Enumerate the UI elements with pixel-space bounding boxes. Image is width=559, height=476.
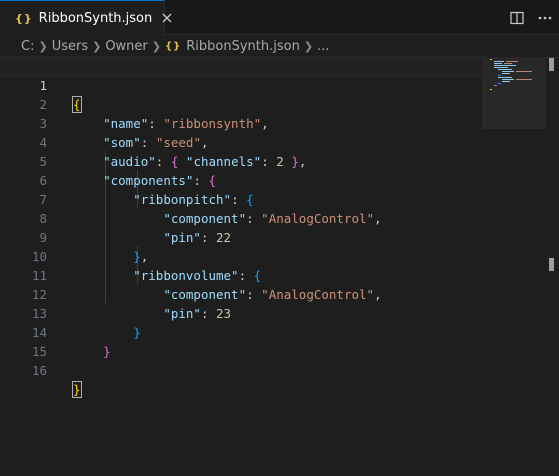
json-icon: {} — [15, 11, 33, 25]
split-editor-icon[interactable] — [503, 4, 531, 32]
code-line: 4 "audio": { "channels": 2 }, — [0, 114, 482, 169]
tab-label: RibbonSynth.json — [38, 10, 153, 26]
close-icon[interactable] — [162, 10, 172, 26]
code-line: 8 "pin": 22 — [0, 190, 482, 245]
code-line: 3 "som": "seed", — [0, 95, 482, 150]
more-actions-icon[interactable] — [531, 4, 559, 32]
breadcrumb-file[interactable]: RibbonSynth.json — [186, 39, 300, 54]
code-line: 12 "pin": 23 — [0, 266, 482, 321]
code-line: 10 "ribbonvolume": { — [0, 228, 482, 283]
editor-actions — [503, 0, 559, 35]
breadcrumb-owner[interactable]: Owner — [105, 39, 147, 54]
tab-ribbonsynth-json[interactable]: {} RibbonSynth.json — [0, 0, 172, 35]
breadcrumb: C: ❯ Users ❯ Owner ❯ {} RibbonSynth.json… — [0, 35, 559, 57]
chevron-right-icon: ❯ — [38, 39, 48, 53]
chevron-right-icon: ❯ — [92, 39, 102, 53]
scrollbar-marker — [549, 258, 554, 271]
code-line: 16 } — [0, 342, 482, 398]
code-line: 2 "name": "ribbonsynth", — [0, 76, 482, 131]
scrollbar-marker — [549, 58, 554, 71]
code-line: 7 "component": "AnalogControl", — [0, 171, 482, 226]
chevron-right-icon: ❯ — [151, 39, 161, 53]
chevron-right-icon: ❯ — [303, 39, 314, 53]
json-icon: {} — [164, 40, 182, 52]
tab-bar: {} RibbonSynth.json — [0, 0, 559, 35]
code-line: 1 { — [0, 56, 483, 113]
code-line: 6 "ribbonpitch": { — [0, 152, 482, 207]
code-line: 5 "components": { — [0, 133, 482, 188]
code-line: 13 } — [0, 285, 482, 340]
code-editor[interactable]: 1 { 2 "name": "ribbonsynth", 3 "som": "s… — [0, 56, 559, 476]
breadcrumb-more[interactable]: ... — [317, 39, 329, 54]
minimap[interactable] — [482, 57, 546, 129]
breadcrumb-users[interactable]: Users — [52, 39, 88, 54]
code-line: 9 }, — [0, 209, 482, 264]
code-line: 11 "component": "AnalogControl", — [0, 247, 482, 302]
code-line: 14 } — [0, 304, 482, 359]
code-line: 15 — [0, 323, 482, 359]
vertical-scrollbar[interactable] — [546, 57, 559, 476]
line-number: 16 — [31, 363, 47, 378]
breadcrumb-drive[interactable]: C: — [21, 39, 34, 54]
